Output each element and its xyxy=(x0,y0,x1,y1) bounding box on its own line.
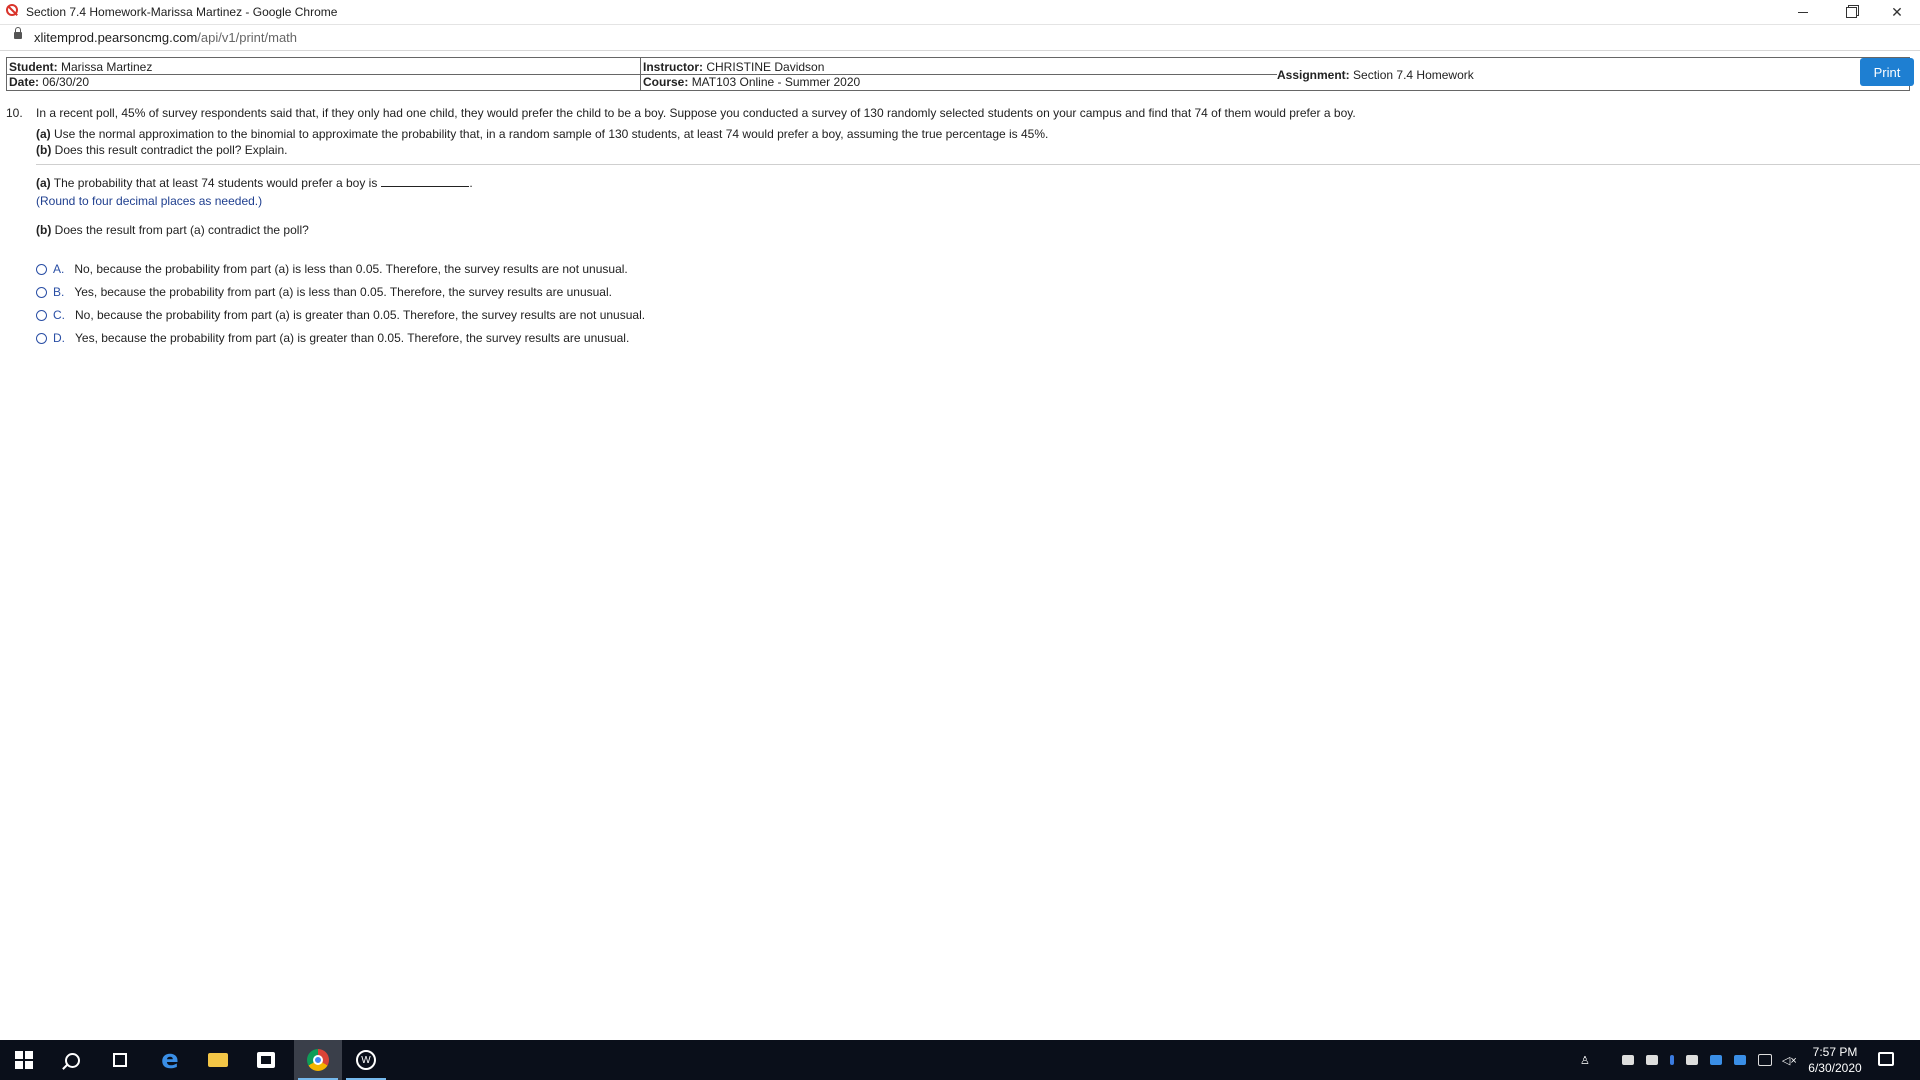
task-view-button[interactable] xyxy=(96,1040,144,1080)
app-tray-icon[interactable] xyxy=(1709,1055,1722,1065)
divider xyxy=(7,74,640,75)
assignment-cell: Assignment: Section 7.4 Homework xyxy=(1277,68,1474,83)
restore-button[interactable] xyxy=(1828,0,1874,24)
radio-button-icon[interactable] xyxy=(36,309,47,321)
option-letter: C. xyxy=(53,308,65,322)
option-text: No, because the probability from part (a… xyxy=(75,308,646,322)
windows-icon xyxy=(15,1051,33,1069)
window-title-bar: Section 7.4 Homework-Marissa Martinez - … xyxy=(0,0,1920,25)
clock-date: 6/30/2020 xyxy=(1808,1061,1862,1075)
answer-a-text: The probability that at least 74 student… xyxy=(53,176,378,190)
assignment-header: Student: Marissa Martinez Date: 06/30/20… xyxy=(6,57,1910,91)
minimize-icon xyxy=(1798,11,1808,13)
clock-time: 7:57 PM xyxy=(1812,1045,1858,1059)
course-value: MAT103 Online - Summer 2020 xyxy=(691,75,861,89)
question-text: In a recent poll, 45% of survey responde… xyxy=(36,106,1356,120)
folder-icon xyxy=(208,1053,228,1067)
url-path: /api/v1/print/math xyxy=(197,30,298,45)
question-number: 10. xyxy=(6,106,23,120)
question-part-a: (a) Use the normal approximation to the … xyxy=(36,127,1048,141)
lock-icon xyxy=(14,27,22,39)
option-letter: B. xyxy=(53,285,65,299)
option-a[interactable]: A. No, because the probability from part… xyxy=(36,262,628,276)
minimize-button[interactable] xyxy=(1780,0,1826,24)
student-label: Student: xyxy=(9,60,58,74)
part-a-label: (a) xyxy=(36,127,51,141)
instructor-course-cell: Instructor: CHRISTINE Davidson Course: M… xyxy=(643,60,860,90)
divider xyxy=(641,74,1277,75)
answer-a-label: (a) xyxy=(36,176,51,190)
answer-part-a: (a) The probability that at least 74 stu… xyxy=(36,175,473,190)
window-title: Section 7.4 Homework-Marissa Martinez - … xyxy=(26,5,338,19)
instructor-value: CHRISTINE Davidson xyxy=(706,60,825,74)
part-b-label: (b) xyxy=(36,143,52,157)
assignment-value: Section 7.4 Homework xyxy=(1353,68,1474,82)
close-icon: ✕ xyxy=(1891,3,1903,20)
network-status-icon[interactable] xyxy=(1621,1055,1634,1065)
address-bar[interactable]: xlitemprod.pearsoncmg.com/api/v1/print/m… xyxy=(0,25,1920,51)
option-d[interactable]: D. Yes, because the probability from par… xyxy=(36,331,629,345)
task-view-icon xyxy=(113,1053,127,1067)
close-button[interactable]: ✕ xyxy=(1874,0,1920,24)
chrome-icon xyxy=(307,1049,329,1071)
store-button[interactable] xyxy=(242,1040,290,1080)
url-text[interactable]: xlitemprod.pearsoncmg.com/api/v1/print/m… xyxy=(34,30,297,45)
question-part-b: (b) Does this result contradict the poll… xyxy=(36,143,287,157)
search-button[interactable] xyxy=(48,1040,96,1080)
option-text: Yes, because the probability from part (… xyxy=(75,331,630,345)
shield-icon[interactable] xyxy=(1685,1055,1698,1065)
answer-part-b: (b) Does the result from part (a) contra… xyxy=(36,223,309,237)
blocked-icon xyxy=(6,4,18,16)
system-tray: ♙ ◁× xyxy=(1580,1040,1797,1080)
restore-icon xyxy=(1845,6,1857,18)
people-icon[interactable]: ♙ xyxy=(1580,1054,1590,1067)
chrome-button[interactable] xyxy=(294,1040,342,1080)
round-note: (Round to four decimal places as needed.… xyxy=(36,194,263,208)
option-letter: D. xyxy=(53,331,65,345)
url-domain: xlitemprod.pearsoncmg.com xyxy=(34,30,198,45)
onedrive-icon[interactable] xyxy=(1645,1055,1658,1065)
edge-button[interactable]: e xyxy=(146,1040,194,1080)
search-icon xyxy=(64,1052,80,1068)
store-icon xyxy=(257,1052,275,1068)
option-text: Yes, because the probability from part (… xyxy=(74,285,612,299)
taskbar: e W ♙ ◁× 7:57 PM 6/30/2020 xyxy=(0,1040,1920,1080)
answer-b-text: Does the result from part (a) contradict… xyxy=(54,223,309,237)
assignment-label: Assignment: xyxy=(1277,68,1350,82)
app-tray-icon[interactable] xyxy=(1733,1055,1746,1065)
cw-app-icon: W xyxy=(356,1050,376,1070)
radio-button-icon[interactable] xyxy=(36,332,47,344)
part-b-text: Does this result contradict the poll? Ex… xyxy=(54,143,288,157)
date-label: Date: xyxy=(9,75,40,89)
option-text: No, because the probability from part (a… xyxy=(74,262,628,276)
option-letter: A. xyxy=(53,262,65,276)
network-icon[interactable] xyxy=(1757,1054,1772,1066)
info-icon[interactable] xyxy=(1669,1055,1674,1065)
edge-icon: e xyxy=(161,1045,179,1075)
clock[interactable]: 7:57 PM 6/30/2020 xyxy=(1800,1044,1870,1076)
instructor-label: Instructor: xyxy=(643,60,703,74)
section-divider xyxy=(36,164,1920,165)
course-label: Course: xyxy=(643,75,689,89)
start-button[interactable] xyxy=(0,1040,48,1080)
date-value: 06/30/20 xyxy=(42,75,90,89)
answer-b-label: (b) xyxy=(36,223,52,237)
answer-a-blank[interactable] xyxy=(381,175,470,187)
notifications-icon[interactable] xyxy=(1878,1052,1894,1066)
option-c[interactable]: C. No, because the probability from part… xyxy=(36,308,645,322)
part-a-text: Use the normal approximation to the bino… xyxy=(54,127,1049,141)
volume-mute-icon[interactable]: ◁× xyxy=(1782,1054,1797,1067)
student-date-cell: Student: Marissa Martinez Date: 06/30/20 xyxy=(9,60,152,90)
student-value: Marissa Martinez xyxy=(61,60,153,74)
radio-button-icon[interactable] xyxy=(36,286,47,298)
cw-app-button[interactable]: W xyxy=(342,1040,390,1080)
radio-button-icon[interactable] xyxy=(36,263,47,275)
print-button[interactable]: Print xyxy=(1860,58,1914,86)
file-explorer-button[interactable] xyxy=(194,1040,242,1080)
option-b[interactable]: B. Yes, because the probability from par… xyxy=(36,285,612,299)
answer-a-suffix: . xyxy=(469,176,473,190)
